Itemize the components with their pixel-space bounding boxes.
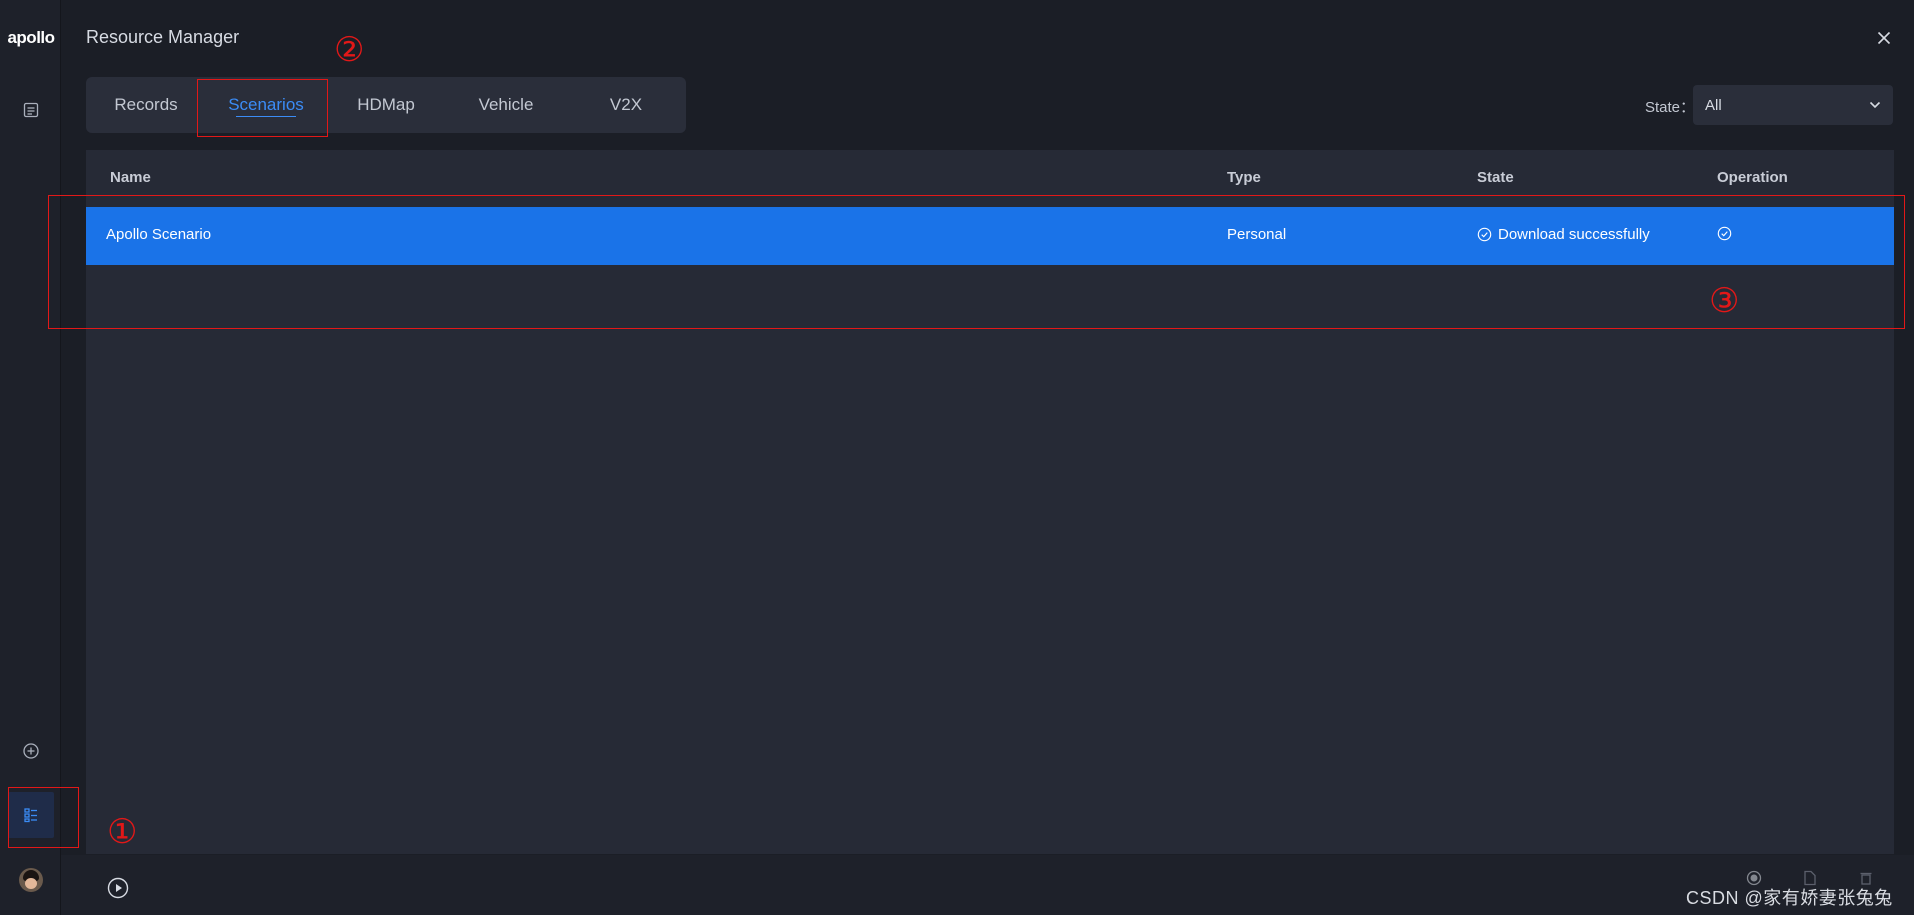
tab-records[interactable]: Records	[86, 77, 206, 133]
annotation-box-3	[48, 195, 1905, 329]
page-title: Resource Manager	[86, 27, 240, 47]
left-sidebar: apollo	[0, 0, 61, 915]
add-button[interactable]	[8, 728, 54, 774]
state-filter-label: State：	[1645, 99, 1696, 116]
state-filter-value: All	[1705, 96, 1722, 114]
annotation-box-1	[8, 787, 79, 848]
tab-vehicle[interactable]: Vehicle	[446, 77, 566, 133]
list-icon	[23, 102, 39, 118]
user-avatar[interactable]	[19, 868, 43, 892]
csdn-watermark: CSDN @家有娇妻张兔兔	[1686, 888, 1893, 908]
play-circle-icon	[107, 877, 129, 899]
close-button[interactable]	[1872, 26, 1896, 50]
column-header-state: State	[1477, 169, 1514, 186]
chevron-down-icon	[1869, 101, 1881, 109]
apollo-logo: apollo	[7, 28, 55, 47]
column-header-name: Name	[110, 169, 151, 186]
add-circle-icon	[23, 743, 39, 759]
close-icon	[1877, 31, 1891, 45]
column-header-operation: Operation	[1717, 169, 1788, 186]
annotation-number-3: ③	[1709, 281, 1740, 321]
state-filter-select[interactable]: All	[1693, 85, 1893, 125]
play-button[interactable]	[106, 876, 130, 900]
tab-v2x[interactable]: V2X	[566, 77, 686, 133]
bottom-toolbar	[61, 855, 1914, 915]
list-view-button[interactable]	[8, 87, 54, 133]
annotation-box-2	[197, 79, 328, 137]
resource-tabs: Records Scenarios HDMap Vehicle V2X	[86, 77, 686, 133]
column-header-type: Type	[1227, 169, 1261, 186]
tab-hdmap[interactable]: HDMap	[326, 77, 446, 133]
annotation-number-1: ①	[107, 812, 138, 852]
annotation-number-2: ②	[334, 30, 365, 70]
